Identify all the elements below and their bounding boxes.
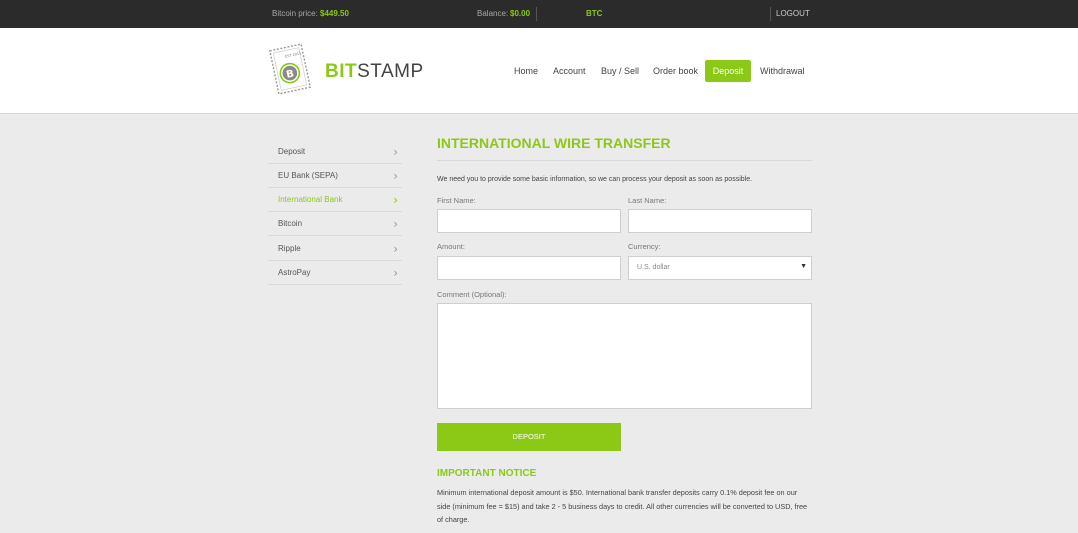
logo-stamp: STAMP <box>357 61 424 82</box>
sidebar-item-label: Bitcoin <box>278 219 303 228</box>
chevron-right-icon: › <box>393 266 398 280</box>
topbar-divider <box>770 7 771 21</box>
header: EST 2011 B BITSTAMP Home Account Buy / S… <box>0 28 1078 114</box>
chevron-right-icon: › <box>393 242 398 256</box>
currency-toggle[interactable]: BTC <box>586 0 602 28</box>
sidebar-item-international-bank[interactable]: International Bank › <box>268 188 402 212</box>
sidebar-item-label: Deposit <box>278 147 306 156</box>
first-name-field[interactable] <box>437 209 621 233</box>
last-name-field[interactable] <box>628 209 812 233</box>
chevron-right-icon: › <box>393 145 398 159</box>
currency-select[interactable]: U.S. dollar ▼ <box>628 256 812 280</box>
logo-bit: BIT <box>325 61 358 82</box>
sidebar-item-bitcoin[interactable]: Bitcoin › <box>268 212 402 236</box>
sidebar-item-ripple[interactable]: Ripple › <box>268 237 402 261</box>
currency-selected-value: U.S. dollar <box>637 264 670 271</box>
nav-account[interactable]: Account <box>553 60 586 82</box>
page-title: INTERNATIONAL WIRE TRANSFER <box>437 135 671 151</box>
sidebar-item-astropay[interactable]: AstroPay › <box>268 261 402 285</box>
notice-title: IMPORTANT NOTICE <box>437 468 537 479</box>
dropdown-arrow-icon: ▼ <box>800 263 807 270</box>
nav-deposit[interactable]: Deposit <box>705 60 751 82</box>
sidebar-item-label: Ripple <box>278 244 301 253</box>
top-bar: Bitcoin price: $449.50 Balance: $0.00 BT… <box>0 0 1078 28</box>
sidebar-item-label: AstroPay <box>278 268 311 277</box>
nav-home[interactable]: Home <box>514 60 538 82</box>
first-name-label: First Name: <box>437 196 476 205</box>
balance-label: Balance: <box>477 9 509 18</box>
bitstamp-wordmark[interactable]: BITSTAMP <box>325 61 424 83</box>
sidebar-item-eu-bank[interactable]: EU Bank (SEPA) › <box>268 164 402 188</box>
title-divider <box>437 160 812 161</box>
balance-value: $0.00 <box>510 9 531 18</box>
chevron-right-icon: › <box>393 217 398 231</box>
amount-label: Amount: <box>437 242 465 251</box>
sidebar-item-deposit[interactable]: Deposit › <box>268 140 402 164</box>
logout-link[interactable]: LOGOUT <box>776 0 810 28</box>
comment-textarea[interactable] <box>437 303 812 409</box>
comment-label: Comment (Optional): <box>437 290 507 299</box>
nav-buy-sell[interactable]: Buy / Sell <box>601 60 639 82</box>
bitcoin-price-label: Bitcoin price: <box>272 9 318 18</box>
nav-withdrawal[interactable]: Withdrawal <box>760 60 805 82</box>
bitstamp-stamp-logo-icon[interactable]: EST 2011 B <box>268 42 312 96</box>
currency-label: Currency: <box>628 242 661 251</box>
intro-text: We need you to provide some basic inform… <box>437 176 753 183</box>
nav-order-book[interactable]: Order book <box>653 60 698 82</box>
chevron-right-icon: › <box>393 169 398 183</box>
bitcoin-price-value: $449.50 <box>320 9 349 18</box>
amount-field[interactable] <box>437 256 621 280</box>
deposit-button[interactable]: DEPOSIT <box>437 423 621 451</box>
chevron-right-icon: › <box>393 193 398 207</box>
last-name-label: Last Name: <box>628 196 667 205</box>
topbar-divider <box>536 7 537 21</box>
notice-text: Minimum international deposit amount is … <box>437 488 808 524</box>
sidebar-item-label: International Bank <box>278 195 343 204</box>
sidebar-item-label: EU Bank (SEPA) <box>278 171 338 180</box>
